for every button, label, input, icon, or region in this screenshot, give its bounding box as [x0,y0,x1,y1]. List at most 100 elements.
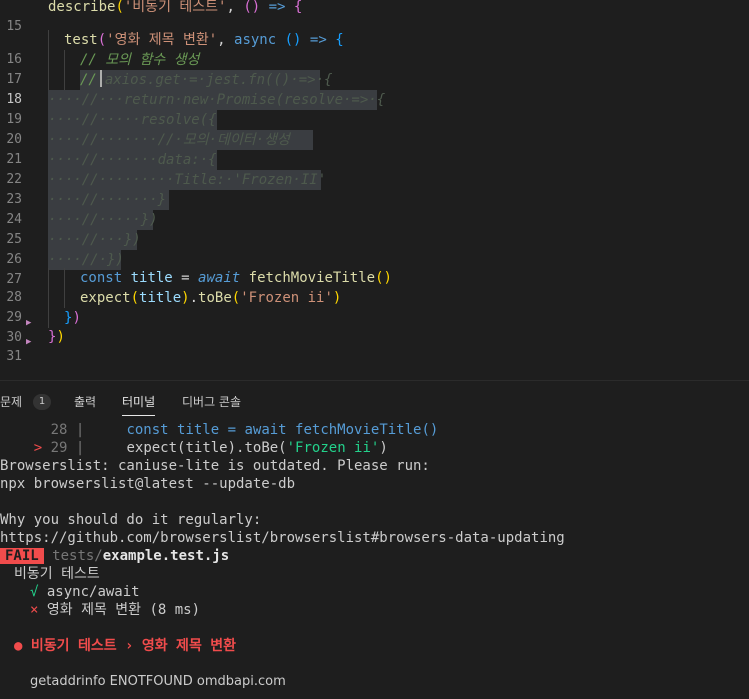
code-line-30[interactable]: 30 ▶ }) [0,308,749,345]
token-bracket: () [243,0,261,15]
test-file-dir: tests/ [52,548,103,564]
problems-count-badge: 1 [33,394,51,410]
token-variable: title [130,270,173,286]
token-comment-selected: ····//·······} [48,192,167,208]
cross-icon: × [30,602,39,618]
indent-guide [48,268,49,288]
token-bracket: ) [72,310,81,326]
test-result-header: FAIL tests/example.test.js [0,547,229,565]
code-line-28[interactable]: 28 const title = await fetchMovieTitle() [0,268,749,305]
code-line-22[interactable]: 22 ····//·······data:·{ [0,150,749,187]
context-code: ) [379,440,388,456]
token-bracket: { [293,0,303,15]
gutter-separator: | [67,440,127,456]
tab-debug-console[interactable]: 디버그 콘솔 [182,393,241,410]
indent-guide [64,288,65,308]
test-suite-name: 비동기 테스트 [14,566,100,582]
token-bracket: ( [97,32,107,48]
token-function: fetchMovieTitle [248,270,376,286]
indent-guide [64,268,65,288]
token-comment: // [80,72,97,88]
bottom-panel: 문제 1 출력 터미널 디버그 콘솔 28 | const title = aw… [0,380,749,699]
fail-badge: FAIL [0,548,44,564]
tab-terminal[interactable]: 터미널 [122,393,156,416]
code-line-20[interactable]: 20 ····//·····resolve({ [0,110,749,147]
code-line-19[interactable]: 19 ····//···return·new·Promise(resolve·=… [0,90,749,127]
context-line-number: 29 [50,440,68,456]
token-bracket: () [276,32,302,48]
token-comment-selected: axios.get·=·jest.fn(()·=>·{ [104,72,333,88]
check-icon: √ [30,584,39,600]
tab-problems[interactable]: 문제 [0,393,22,410]
terminal-link[interactable]: https://github.com/browserslist/browsers… [0,529,565,547]
token-comment-selected: ····//·····}) [48,212,158,228]
error-marker: > [33,440,43,456]
code-line-26[interactable]: 26 ····//···}) [0,230,749,267]
line-number: 31 [6,349,22,364]
token-arrow: => [301,32,336,48]
token-string: '영화 제목 변환' [106,32,218,48]
code-line-15[interactable]: 15 describe('비동기 테스트', () => { [0,0,749,34]
error-title: 비동기 테스트 › 영화 제목 변환 [30,638,237,654]
code-line-25[interactable]: 25 ····//·····}) [0,210,749,247]
test-file-name: example.test.js [102,548,230,564]
context-string: 'Frozen ii' [286,440,380,456]
token-keyword: await [198,270,241,286]
indent-guide [64,50,65,70]
token-string: 'Frozen ii' [240,290,333,306]
indent-guide [48,70,49,90]
indent-guide [48,50,49,70]
test-case-fail: × 영화 제목 변환 (8 ms) [30,601,200,619]
indent-guide [48,288,49,308]
tab-output[interactable]: 출력 [74,393,96,410]
token-comment-selected: ····//···return·new·Promise(resolve·=>·{ [48,92,386,108]
gutter-separator: | [67,422,127,438]
token-comment-selected: ····//·······data:·{ [48,152,217,168]
token-function: test [64,32,98,48]
panel-tab-bar: 문제 1 출력 터미널 디버그 콘솔 [0,381,749,421]
token-arrow: => [260,0,294,15]
terminal-line: Why you should do it regularly: [0,512,262,528]
indent-guide [64,70,65,90]
terminal-line: > 29 | expect(title).toBe('Frozen ii') [0,439,388,457]
test-case-pass: √ async/await [30,583,140,601]
indent-guide [48,308,49,328]
code-line-29[interactable]: 29 expect(title).toBe('Frozen ii') [0,288,749,325]
code-line-31[interactable]: 31 ▶ }) [0,327,749,364]
token-punct: , [226,0,244,15]
token-comment-selected: ····//·······//·모의·데이터·생성 [48,132,290,148]
error-message: getaddrinfo ENOTFOUND omdbapi.com [30,674,286,689]
token-comment-selected: ····//···}) [48,232,141,248]
bullet-icon: ● [14,638,23,654]
test-case-name: 영화 제목 변환 (8 ms) [46,602,201,618]
code-line-23[interactable]: 23 ····//·········Title:·'Frozen·II' [0,170,749,207]
code-line-17[interactable]: 17 // 모의 함수 생성 [0,50,749,87]
code-editor[interactable]: 15 describe('비동기 테스트', () => { 16 test('… [0,0,749,380]
code-line-27[interactable]: 27 ····//·}) [0,250,749,287]
token-bracket: ( [115,0,124,15]
token-punct: . [189,290,199,306]
code-line-21[interactable]: 21 ····//·······//·모의·데이터·생성 [0,130,749,167]
code-line-16[interactable]: 16 test('영화 제목 변환', async () => { [0,30,749,67]
test-case-name: async/await [46,584,140,600]
token-function: toBe [198,290,232,306]
token-comment-selected: ····//·········Title:·'Frozen·II' [48,172,327,188]
fold-arrow-icon[interactable]: ▶ [26,332,31,352]
token-comment-selected: ····//·}) [48,252,124,268]
text-cursor [99,70,102,87]
code-line-24[interactable]: 24 ····//·······} [0,190,749,227]
context-code: expect(title).toBe( [126,440,287,456]
token-variable: title [139,290,182,306]
token-function: expect [80,290,131,306]
terminal-line: npx browserslist@latest --update-db [0,476,296,492]
token-bracket: () [375,270,392,286]
context-line-number: 28 [50,422,68,438]
terminal-line: 28 | const title = await fetchMovieTitle… [0,421,439,439]
token-comment: // 모의 함수 생성 [80,52,200,68]
code-line-18[interactable]: 18 //axios.get·=·jest.fn(()·=>·{ [0,70,749,107]
token-function: describe [48,0,116,15]
token-operator: = [172,270,199,286]
token-comment-selected: ····//·····resolve({ [48,112,217,128]
context-code: const title = await fetchMovieTitle() [126,422,439,438]
terminal-line: Browserslist: caniuse-lite is outdated. … [0,458,430,474]
